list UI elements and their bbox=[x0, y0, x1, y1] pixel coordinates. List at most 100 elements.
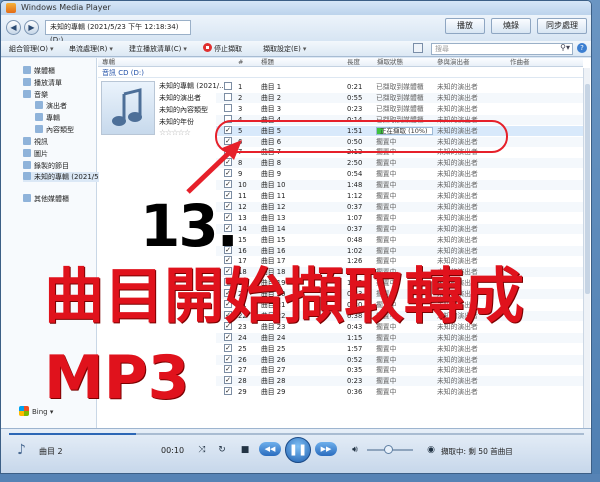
column-rip-status[interactable]: 擷取狀態 bbox=[377, 58, 403, 67]
table-row[interactable]: ✓ 12 曲目 12 0:37 擱置中 未知的演出者 bbox=[216, 201, 583, 212]
table-row[interactable]: ✓ 29 曲目 29 0:36 擱置中 未知的演出者 bbox=[216, 387, 583, 397]
table-row[interactable]: ✓ 27 曲目 27 0:35 擱置中 未知的演出者 bbox=[216, 365, 583, 375]
track-checkbox[interactable]: ✓ bbox=[224, 158, 232, 167]
track-checkbox[interactable] bbox=[224, 92, 232, 101]
table-row[interactable]: ✓ 11 曲目 11 1:12 擱置中 未知的演出者 bbox=[216, 191, 583, 201]
sidebar-item-album[interactable]: 專輯 bbox=[35, 113, 60, 123]
track-checkbox[interactable]: ✓ bbox=[224, 343, 232, 352]
track-checkbox[interactable]: ✓ bbox=[224, 387, 232, 396]
tab-sync[interactable]: 同步處理 bbox=[537, 18, 587, 34]
sidebar-item-playlists[interactable]: 播放清單 bbox=[23, 78, 62, 88]
tab-burn[interactable]: 燒錄 bbox=[491, 18, 531, 34]
volume-knob[interactable] bbox=[383, 445, 393, 454]
highlight-ellipse bbox=[215, 120, 508, 153]
table-row[interactable]: ✓ 8 曲目 8 2:50 擱置中 未知的演出者 bbox=[216, 158, 583, 169]
track-title: 曲目 11 bbox=[261, 192, 286, 200]
stop-rip-button[interactable]: 停止擷取 bbox=[203, 43, 242, 55]
rip-status: 擱置中 bbox=[376, 344, 397, 353]
track-checkbox[interactable]: ✓ bbox=[224, 332, 232, 341]
sidebar-item-label: 圖片 bbox=[34, 150, 48, 158]
table-row[interactable]: ✓ 13 曲目 13 1:07 擱置中 未知的演出者 bbox=[216, 212, 583, 223]
scrollbar-thumb[interactable] bbox=[585, 84, 590, 294]
track-checkbox[interactable] bbox=[224, 103, 232, 112]
table-row[interactable]: ✓ 9 曲目 9 0:54 擱置中 未知的演出者 bbox=[216, 169, 583, 179]
track-number: 15 bbox=[238, 235, 247, 244]
sidebar-item-library[interactable]: 媒體櫃 bbox=[23, 66, 55, 76]
track-checkbox[interactable]: ✓ bbox=[224, 376, 232, 385]
album-year[interactable]: 未知的年份 bbox=[159, 117, 194, 127]
next-button[interactable]: ▶▶ bbox=[315, 442, 337, 456]
sidebar-item-recorded-tv[interactable]: 錄製的節目 bbox=[23, 161, 69, 171]
table-row[interactable]: ✓ 15 曲目 15 0:48 擱置中 未知的演出者 bbox=[216, 234, 583, 245]
sidebar-item-pictures[interactable]: 圖片 bbox=[23, 149, 48, 159]
stop-icon[interactable]: ■ bbox=[237, 442, 253, 458]
album-art bbox=[101, 81, 155, 135]
create-playlist-menu[interactable]: 建立播放清單(C) ▾ bbox=[129, 43, 187, 55]
column-title[interactable]: 標題 bbox=[261, 58, 274, 67]
table-row[interactable]: ✓ 14 曲目 14 0:37 擱置中 未知的演出者 bbox=[216, 223, 583, 234]
sidebar-item-artist[interactable]: 演出者 bbox=[35, 101, 67, 111]
track-checkbox[interactable]: ✓ bbox=[224, 180, 232, 189]
album-artist[interactable]: 未知的演出者 bbox=[159, 93, 201, 103]
stream-menu[interactable]: 串流處理(R) ▾ bbox=[69, 43, 113, 55]
rip-status: 擱置中 bbox=[376, 355, 397, 364]
table-row[interactable]: 2 曲目 2 0:55 已擷取到媒體櫃 未知的演出者 bbox=[216, 92, 583, 103]
track-length: 1:07 bbox=[347, 213, 363, 222]
table-row[interactable]: ✓ 16 曲目 16 1:02 擱置中 未知的演出者 bbox=[216, 245, 583, 256]
seek-bar[interactable] bbox=[9, 433, 584, 435]
table-row[interactable]: ✓ 10 曲目 10 1:48 擱置中 未知的演出者 bbox=[216, 180, 583, 191]
toolbar: 組合管理(O) ▾ 串流處理(R) ▾ 建立播放清單(C) ▾ 停止擷取 擷取設定(E… bbox=[1, 41, 591, 57]
search-input[interactable]: 搜尋 ⚲▾ bbox=[431, 43, 573, 55]
table-row[interactable]: ✓ 26 曲目 26 0:52 擱置中 未知的演出者 bbox=[216, 354, 583, 365]
repeat-icon[interactable]: ↻ bbox=[214, 442, 230, 458]
track-number: 14 bbox=[238, 224, 247, 233]
column-length[interactable]: 長度 bbox=[347, 58, 360, 67]
track-title: 曲目 16 bbox=[261, 246, 286, 255]
track-length: 0:36 bbox=[347, 388, 363, 397]
track-title: 曲目 8 bbox=[261, 159, 282, 168]
sidebar-item-genre[interactable]: 內容類型 bbox=[35, 125, 74, 135]
annotation-step-number: 13. bbox=[140, 192, 239, 260]
table-row[interactable]: ✓ 25 曲目 25 1:57 擱置中 未知的演出者 bbox=[216, 343, 583, 354]
volume-icon[interactable]: 🔊︎ bbox=[347, 442, 363, 458]
track-checkbox[interactable]: ✓ bbox=[224, 365, 232, 374]
pause-button[interactable]: ❚❚ bbox=[285, 437, 311, 463]
rip-settings-menu[interactable]: 擷取設定(E) ▾ bbox=[263, 43, 306, 55]
organize-menu[interactable]: 組合管理(O) ▾ bbox=[9, 43, 54, 55]
table-row[interactable]: 1 曲目 1 0:21 已擷取到媒體櫃 未知的演出者 bbox=[216, 82, 583, 92]
view-options-icon[interactable] bbox=[413, 43, 423, 53]
track-checkbox[interactable]: ✓ bbox=[224, 354, 232, 363]
column-album[interactable]: 專輯 bbox=[102, 58, 115, 67]
chevron-down-icon: ▾ bbox=[183, 45, 187, 53]
table-row[interactable]: 3 曲目 3 0:23 已擷取到媒體櫃 未知的演出者 bbox=[216, 103, 583, 114]
shuffle-icon[interactable]: ⤨ bbox=[194, 442, 210, 458]
track-checkbox[interactable] bbox=[224, 82, 232, 90]
rating-stars[interactable]: ☆☆☆☆☆ bbox=[159, 128, 191, 137]
table-row[interactable]: ✓ 24 曲目 24 1:15 擱置中 未知的演出者 bbox=[216, 332, 583, 343]
column-contributing-artist[interactable]: 參與演出者 bbox=[437, 58, 470, 67]
table-row[interactable]: ✓ 28 曲目 28 0:23 擱置中 未知的演出者 bbox=[216, 376, 583, 387]
track-title: 曲目 12 bbox=[261, 202, 286, 211]
annotation-caption-line2: MP3 bbox=[44, 343, 190, 413]
track-number: 27 bbox=[238, 366, 247, 375]
tab-play[interactable]: 播放 bbox=[445, 18, 485, 34]
sidebar-item-video[interactable]: 視訊 bbox=[23, 137, 48, 147]
search-icon[interactable]: ⚲▾ bbox=[560, 43, 570, 53]
sidebar-item-cd[interactable]: 未知的專輯 (2021/5 bbox=[23, 172, 99, 182]
sidebar-item-music[interactable]: 音樂 bbox=[23, 90, 48, 100]
help-icon[interactable]: ? bbox=[577, 43, 587, 53]
back-arrow-icon[interactable]: ◀ bbox=[6, 20, 21, 35]
breadcrumb[interactable]: 未知的專輯 (2021/5/23 下午 12:18:34) (D:) bbox=[45, 20, 191, 44]
rip-status: 已擷取到媒體櫃 bbox=[376, 93, 424, 102]
column-composer[interactable]: 作曲者 bbox=[510, 58, 530, 67]
track-checkbox[interactable]: ✓ bbox=[224, 169, 232, 178]
forward-arrow-icon[interactable]: ▶ bbox=[24, 20, 39, 35]
album-genre[interactable]: 未知的內容類型 bbox=[159, 105, 208, 115]
column-number[interactable]: # bbox=[238, 58, 243, 67]
sidebar-item-label: 未知的專輯 (2021/5 bbox=[34, 173, 99, 181]
vertical-scrollbar[interactable] bbox=[583, 68, 590, 428]
track-number: 25 bbox=[238, 344, 247, 353]
track-artist: 未知的演出者 bbox=[437, 224, 478, 233]
sidebar-item-other-libraries[interactable]: 其他媒體櫃 bbox=[23, 194, 69, 204]
previous-button[interactable]: ◀◀ bbox=[259, 442, 281, 456]
